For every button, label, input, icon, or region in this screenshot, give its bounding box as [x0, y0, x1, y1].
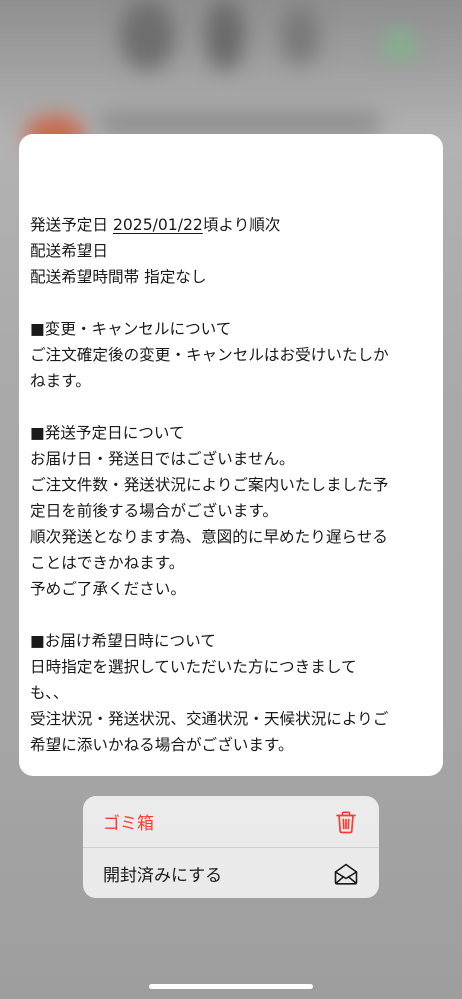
- preview-line: 受注状況・発送状況、交通状況・天候状況によりご: [30, 710, 389, 728]
- preview-line: 配送希望日: [30, 242, 108, 260]
- background-shape: [100, 112, 380, 134]
- open-envelope-icon: [334, 863, 358, 885]
- preview-line: 順次発送となります為、意図的に早めたり遅らせる: [30, 528, 388, 546]
- home-indicator[interactable]: [149, 984, 313, 989]
- trash-menu-item[interactable]: ゴミ箱: [83, 796, 379, 847]
- preview-line: 配送希望時間帯 指定なし: [30, 268, 207, 286]
- preview-line: も、、: [30, 684, 69, 702]
- ship-date-label: 発送予定日: [30, 216, 113, 234]
- trash-icon: [336, 810, 356, 833]
- background-shape: [205, 0, 245, 70]
- ship-date-line: 発送予定日 2025/01/22頃より順次: [30, 212, 433, 238]
- preview-line: 希望に添いかねる場合がございます。: [30, 736, 294, 754]
- trash-label: ゴミ箱: [103, 814, 154, 834]
- preview-line: [30, 602, 433, 628]
- preview-line: ■発送予定日について: [30, 424, 185, 442]
- preview-line: お届け日・発送日ではございません。: [30, 450, 295, 468]
- preview-line: ■お届け希望日時について: [30, 632, 216, 650]
- context-menu: ゴミ箱 開封済みにする: [83, 796, 379, 898]
- mark-opened-menu-item[interactable]: 開封済みにする: [83, 847, 379, 898]
- ship-date-link[interactable]: 2025/01/22: [113, 216, 203, 234]
- mark-opened-label: 開封済みにする: [103, 866, 223, 886]
- background-shape: [280, 5, 320, 65]
- ship-date-suffix: 頃より順次: [202, 216, 281, 234]
- background-shape: [385, 30, 415, 60]
- preview-line: 定日を前後する場合がございます。: [30, 502, 278, 520]
- preview-line: [30, 394, 433, 420]
- preview-line: 予めご了承ください。: [30, 580, 186, 598]
- preview-line: ことはできかねます。: [30, 554, 185, 572]
- preview-line: 日時指定を選択していただいた方につきまして: [30, 658, 357, 676]
- background-shape: [120, 0, 175, 70]
- mail-preview-card: 発送予定日 2025/01/22頃より順次 配送希望日 配送希望時間帯 指定なし…: [19, 134, 443, 776]
- preview-line: [30, 290, 433, 316]
- preview-line: ご注文確定後の変更・キャンセルはお受けいたしか: [30, 346, 389, 364]
- mail-preview-body: 発送予定日 2025/01/22頃より順次 配送希望日 配送希望時間帯 指定なし…: [30, 212, 433, 758]
- preview-line: ■変更・キャンセルについて: [30, 320, 232, 338]
- preview-line: ねます。: [30, 372, 91, 390]
- preview-line: ご注文件数・発送状況によりご案内いたしました予: [30, 476, 389, 494]
